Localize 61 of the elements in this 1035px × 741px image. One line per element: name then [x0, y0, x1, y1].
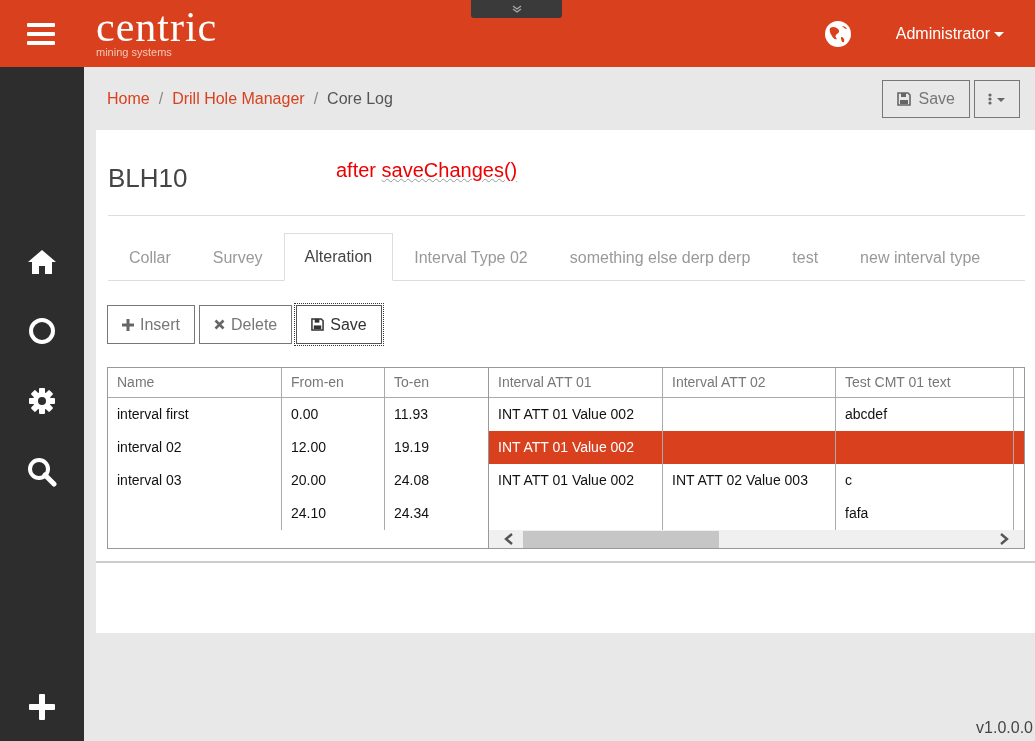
- table-cell-text: 11.93: [393, 405, 429, 424]
- save-button[interactable]: Save: [881, 79, 970, 118]
- insert-button[interactable]: Insert: [107, 305, 195, 344]
- breadcrumb-separator: /: [158, 89, 164, 108]
- chevron-left-icon[interactable]: [503, 532, 515, 546]
- chevron-right-icon[interactable]: [998, 532, 1010, 546]
- circle-icon[interactable]: [28, 317, 56, 345]
- logo-subtitle: mining systems: [96, 45, 173, 58]
- table-cell: 12.00: [282, 431, 385, 464]
- chevron-down-icon: [511, 5, 522, 13]
- table-row[interactable]: INT ATT 01 Value 002 INT ATT 02 Value 003 c: [489, 464, 1024, 497]
- plus-icon[interactable]: [29, 694, 55, 720]
- table-cell: 24.10: [282, 497, 385, 530]
- column-header[interactable]: To-en: [385, 368, 488, 397]
- user-menu[interactable]: Administrator: [895, 24, 1004, 43]
- logo-text: centric: [96, 7, 218, 46]
- table-cell: INT ATT 01 Value 002: [489, 431, 663, 464]
- table-cell: c: [836, 464, 1014, 497]
- column-header[interactable]: From-en: [282, 368, 385, 397]
- breadcrumb-link[interactable]: Drill Hole Manager: [172, 89, 305, 108]
- save-button[interactable]: Save: [296, 305, 382, 344]
- table-cell-text: 24.34: [393, 504, 431, 523]
- column-header[interactable]: Test CMT 01 text: [836, 368, 1014, 397]
- column-header[interactable]: Interval ATT 01: [489, 368, 663, 397]
- table-cell: interval 02: [108, 431, 282, 464]
- table-cell: interval first: [108, 398, 282, 431]
- search-icon[interactable]: [27, 457, 57, 487]
- home-icon[interactable]: [27, 249, 57, 275]
- table-cell: interval 03: [108, 464, 282, 497]
- table-cell-text: 24.08: [393, 471, 431, 490]
- breadcrumb-separator: /: [313, 89, 319, 108]
- delete-button[interactable]: Delete: [199, 305, 293, 344]
- tab[interactable]: test: [771, 233, 840, 281]
- globe-icon[interactable]: [823, 19, 852, 48]
- table-row[interactable]: INT ATT 01 Value 002: [489, 431, 1024, 464]
- horizontal-scrollbar[interactable]: [489, 530, 1024, 548]
- kebab-caret-icon: [987, 92, 1007, 105]
- collapse-handle[interactable]: [471, 0, 562, 18]
- tab[interactable]: Interval Type 02: [393, 233, 549, 281]
- version-label: v1.0.0.0: [975, 719, 1034, 738]
- scrollbar-thumb[interactable]: [523, 530, 720, 548]
- table-cell: INT ATT 02 Value 003: [663, 464, 836, 497]
- record-title: BLH10: [108, 162, 189, 194]
- table-cell: 0.00: [282, 398, 385, 431]
- tab[interactable]: something else derp derp: [548, 233, 772, 281]
- table-cell: INT ATT 01 Value 002: [489, 464, 663, 497]
- column-header[interactable]: Name: [108, 368, 282, 397]
- breadcrumb-current: Core Log: [327, 89, 393, 108]
- tab[interactable]: Survey: [191, 233, 284, 281]
- menu-icon[interactable]: [27, 22, 55, 45]
- tab[interactable]: Collar: [108, 233, 192, 281]
- breadcrumb-link[interactable]: Home: [107, 89, 150, 108]
- more-options-button[interactable]: [974, 79, 1020, 118]
- table-cell: 20.00: [282, 464, 385, 497]
- plus-icon: [122, 318, 134, 331]
- close-icon: [214, 319, 225, 330]
- annotation-text: after saveChanges(): [336, 158, 518, 182]
- tab[interactable]: new interval type: [839, 233, 1002, 281]
- table-cell-text: 19.19: [393, 438, 431, 457]
- column-header[interactable]: Interval ATT 02: [663, 368, 836, 397]
- tab[interactable]: Alteration: [283, 233, 394, 281]
